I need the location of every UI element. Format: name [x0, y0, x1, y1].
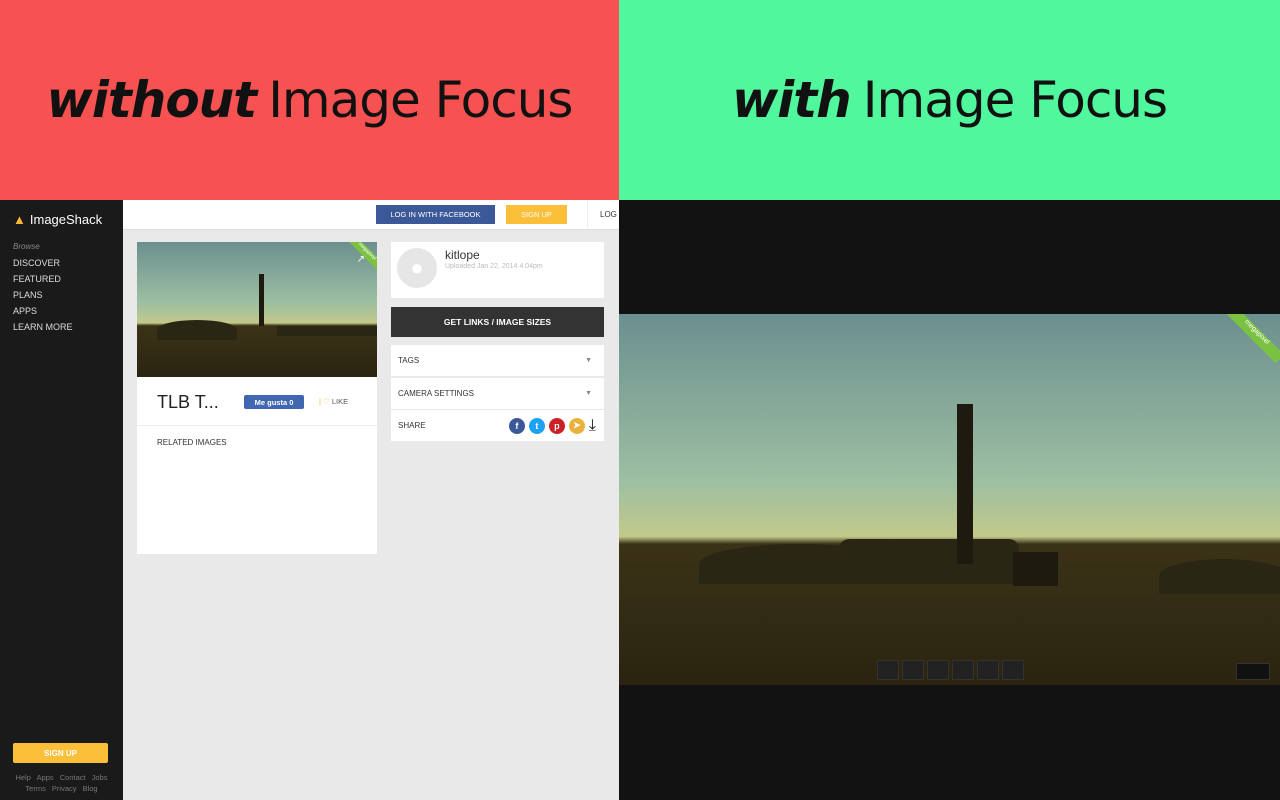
login-button[interactable]: LOG — [587, 200, 617, 230]
browse-label: Browse — [13, 242, 40, 251]
banner-emphasis: with — [731, 71, 852, 129]
like-label: LIKE — [331, 397, 349, 406]
camera-label: CAMERA SETTINGS — [398, 389, 475, 398]
facebook-like-button[interactable]: Me gusta 0 — [244, 395, 304, 409]
nav-apps[interactable]: APPS — [13, 303, 73, 319]
like-button[interactable]: | ♡ LIKE — [319, 397, 348, 406]
banner-text: Image Focus — [862, 71, 1168, 129]
banner-text: Image Focus — [268, 71, 573, 129]
facebook-icon[interactable]: f — [508, 417, 525, 434]
signup-button[interactable]: SIGN UP — [506, 205, 567, 224]
caret-down-icon: ▼ — [585, 357, 592, 364]
game-status — [1236, 663, 1270, 680]
username[interactable]: kitlope — [445, 248, 480, 262]
sidebar: ▲ ImageShack Browse DISCOVER FEATURED PLA… — [0, 200, 123, 800]
share-section: SHARE f t p ➤ ⤓ — [391, 410, 604, 441]
with-screenshot: megapixel — [619, 200, 1280, 800]
twitter-icon[interactable]: t — [528, 417, 545, 434]
tags-section[interactable]: TAGS ▼ — [391, 345, 604, 376]
logo[interactable]: ▲ ImageShack — [13, 212, 102, 227]
logo-text: ImageShack — [29, 212, 103, 227]
caret-down-icon: ▼ — [585, 390, 592, 397]
upload-date: Uploaded Jan 22, 2014 4:04pm — [445, 263, 543, 270]
image-title: TLB T... — [157, 392, 219, 412]
get-links-button[interactable]: GET LINKS / IMAGE SIZES — [391, 307, 604, 337]
banner-emphasis: without — [46, 71, 258, 129]
heart-icon: | ♡ — [319, 397, 330, 406]
pinterest-icon[interactable]: p — [548, 417, 565, 434]
telegram-icon[interactable]: ➤ — [568, 417, 585, 434]
focused-image[interactable]: megapixel — [619, 314, 1280, 685]
sidebar-signup-button[interactable]: SIGN UP — [13, 743, 108, 763]
expand-icon[interactable]: ↗ — [357, 254, 365, 265]
nav-learn-more[interactable]: LEARN MORE — [13, 319, 73, 335]
sidebar-nav: DISCOVER FEATURED PLANS APPS LEARN MORE — [13, 255, 73, 335]
nav-featured[interactable]: FEATURED — [13, 271, 73, 287]
image-thumbnail[interactable]: megapixel ↗ — [137, 242, 377, 377]
related-images-heading: RELATED IMAGES — [157, 438, 227, 447]
user-card: ● kitlope Uploaded Jan 22, 2014 4:04pm — [391, 242, 604, 298]
divider — [137, 425, 377, 426]
tags-label: TAGS — [398, 356, 420, 365]
nav-discover[interactable]: DISCOVER — [13, 255, 73, 271]
frog-icon: ▲ — [13, 212, 26, 227]
avatar[interactable]: ● — [397, 248, 437, 288]
footer-links[interactable]: Help Apps Contact Jobs — [0, 773, 123, 782]
without-screenshot: ▲ ImageShack Browse DISCOVER FEATURED PLA… — [0, 200, 619, 800]
share-label: SHARE — [398, 421, 426, 430]
topbar: LOG IN WITH FACEBOOK SIGN UP LOG — [123, 200, 619, 230]
footer-links[interactable]: Terms Privacy Blog — [0, 784, 123, 793]
facebook-login-button[interactable]: LOG IN WITH FACEBOOK — [376, 205, 495, 224]
nav-plans[interactable]: PLANS — [13, 287, 73, 303]
camera-settings-section[interactable]: CAMERA SETTINGS ▼ — [391, 378, 604, 409]
game-hotbar — [877, 660, 1024, 680]
banner-with: with Image Focus — [619, 0, 1280, 200]
banner-without: without Image Focus — [0, 0, 619, 200]
download-icon[interactable]: ⤓ — [589, 417, 596, 435]
